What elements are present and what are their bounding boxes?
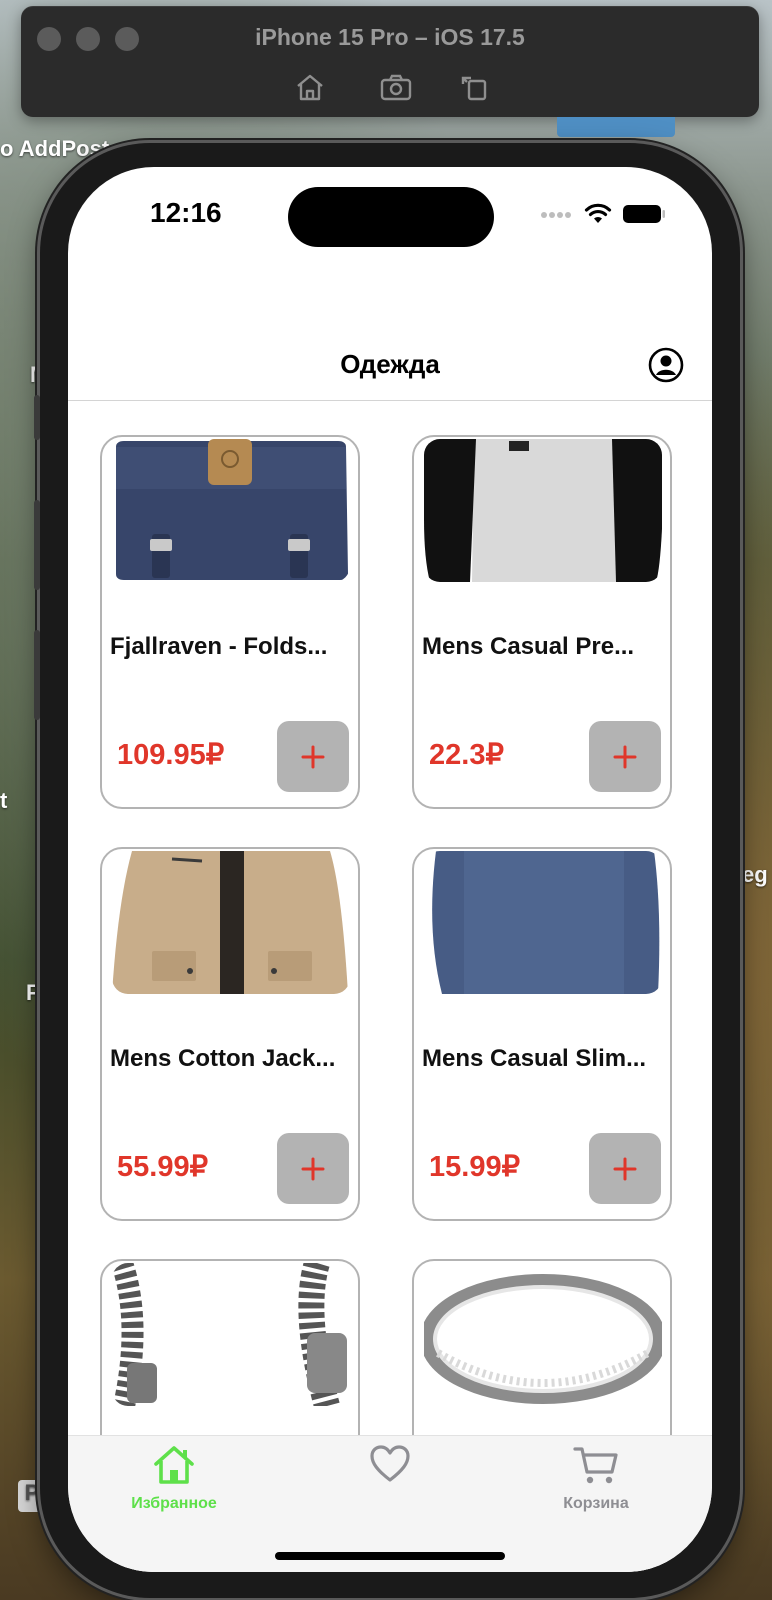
add-to-cart-button[interactable]	[277, 1133, 349, 1204]
person-circle-icon[interactable]	[648, 347, 684, 383]
home-icon	[154, 1446, 194, 1484]
volume-up-button	[34, 500, 40, 590]
product-price: 22.3₽	[429, 739, 504, 771]
product-image	[424, 439, 662, 582]
product-card[interactable]: Mens Casual Slim... 15.99₽	[412, 847, 672, 1221]
background-label: F	[26, 980, 40, 1005]
product-price: 15.99₽	[429, 1151, 521, 1183]
product-card[interactable]: Fjallraven - Folds... 109.95₽	[100, 435, 360, 809]
product-title: Mens Cotton Jack...	[110, 1045, 336, 1072]
plus-icon	[613, 745, 637, 768]
background-window-tab	[557, 117, 675, 137]
product-image	[112, 851, 350, 994]
product-image	[424, 1263, 662, 1406]
tab-label: Избранное	[131, 1495, 217, 1512]
heart-icon	[370, 1445, 410, 1482]
background-label: eg	[742, 862, 768, 887]
add-to-cart-button[interactable]	[589, 721, 661, 792]
product-card[interactable]: Mens Casual Pre... 22.3₽	[412, 435, 672, 809]
cellular-signal-icon	[541, 212, 571, 218]
plus-icon	[613, 1157, 637, 1180]
add-to-cart-button[interactable]	[589, 1133, 661, 1204]
volume-down-button	[34, 630, 40, 720]
product-card[interactable]: Mens Cotton Jack... 55.99₽	[100, 847, 360, 1221]
app-screen: 12:16 Одежда Fjallraven - Folds... 109.9…	[68, 167, 712, 1572]
battery-icon	[623, 205, 665, 223]
nav-divider	[68, 400, 712, 401]
plus-icon	[301, 745, 325, 768]
product-image	[112, 439, 350, 582]
home-indicator[interactable]	[275, 1552, 505, 1560]
product-image	[424, 851, 662, 994]
product-image	[112, 1263, 350, 1406]
simulator-title: iPhone 15 Pro – iOS 17.5	[255, 24, 525, 50]
wifi-icon	[584, 203, 612, 223]
status-icons	[540, 203, 666, 225]
background-label: t	[0, 788, 8, 813]
dynamic-island	[288, 187, 494, 247]
mute-switch	[34, 395, 40, 440]
tab-cart[interactable]: Корзина	[546, 1444, 646, 1513]
cart-icon	[573, 1447, 618, 1484]
page-title: Одежда	[340, 349, 440, 379]
product-price: 109.95₽	[117, 739, 225, 771]
plus-icon	[301, 1157, 325, 1180]
rotate-icon[interactable]	[457, 72, 491, 102]
product-title: Fjallraven - Folds...	[110, 633, 328, 660]
screenshot-icon[interactable]	[379, 72, 413, 102]
tab-favorites[interactable]: Избранное	[124, 1444, 224, 1513]
add-to-cart-button[interactable]	[277, 721, 349, 792]
home-icon[interactable]	[293, 72, 327, 102]
simulator-toolbar: iPhone 15 Pro – iOS 17.5	[21, 6, 759, 117]
product-title: Mens Casual Pre...	[422, 633, 635, 660]
status-time: 12:16	[150, 197, 222, 228]
product-title: Mens Casual Slim...	[422, 1045, 647, 1072]
product-price: 55.99₽	[117, 1151, 209, 1183]
tab-label: Корзина	[563, 1495, 629, 1512]
tab-wishlist[interactable]	[340, 1444, 440, 1493]
